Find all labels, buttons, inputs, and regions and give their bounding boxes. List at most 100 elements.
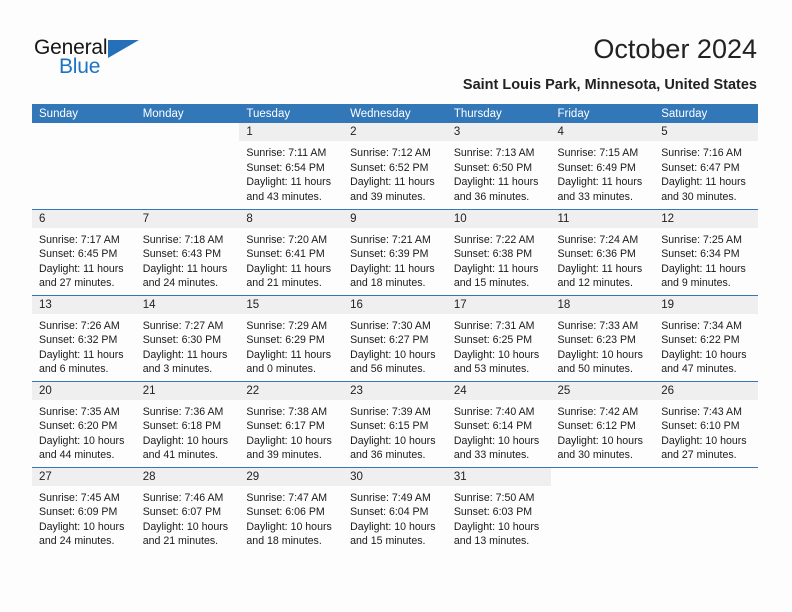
sunrise-text: Sunrise: 7:13 AM bbox=[453, 147, 535, 159]
day-sun-info: Sunrise: 7:12 AM Sunset: 6:52 PM Daylight:… bbox=[343, 141, 447, 204]
day-number: 27 bbox=[32, 467, 136, 486]
day-cell-inner: 23 Sunrise: 7:39 AM Sunset: 6:15 PM Dayligh… bbox=[343, 381, 447, 467]
weekday-header-sunday: Sunday bbox=[32, 104, 136, 123]
day-cell[interactable]: 7 Sunrise: 7:18 AM Sunset: 6:43 PM Daylight… bbox=[135, 208, 240, 295]
day-cell-inner: 31 Sunrise: 7:50 AM Sunset: 6:03 PM Dayligh… bbox=[446, 467, 551, 554]
day-cell[interactable]: 25 Sunrise: 7:42 AM Sunset: 6:12 PM Dayligh… bbox=[550, 380, 655, 467]
day-number: 24 bbox=[446, 381, 551, 400]
day-cell[interactable]: 8 Sunrise: 7:20 AM Sunset: 6:41 PM Daylight… bbox=[239, 208, 344, 295]
sunrise-text: Sunrise: 7:38 AM bbox=[246, 405, 328, 418]
daylight-text: Daylight: 11 hours and 18 minutes. bbox=[350, 262, 435, 290]
day-cell[interactable]: 3 Sunrise: 7:13 AM Sunset: 6:50 PM Daylight… bbox=[446, 123, 551, 209]
day-cell[interactable]: 26 Sunrise: 7:43 AM Sunset: 6:10 PM Dayligh… bbox=[654, 380, 758, 467]
day-cell[interactable]: 17 Sunrise: 7:31 AM Sunset: 6:25 PM Dayligh… bbox=[446, 294, 551, 381]
day-cell[interactable]: 13 Sunrise: 7:26 AM Sunset: 6:32 PM Dayligh… bbox=[32, 294, 136, 381]
day-cell[interactable]: 15 Sunrise: 7:29 AM Sunset: 6:29 PM Dayligh… bbox=[239, 294, 344, 381]
day-sun-info: Sunrise: 7:39 AM Sunset: 6:15 PM Daylight:… bbox=[343, 400, 447, 463]
page-title: October 2024 bbox=[593, 34, 757, 64]
sunset-text: Sunset: 6:22 PM bbox=[661, 334, 740, 347]
day-cell-empty bbox=[135, 123, 240, 209]
day-cell[interactable]: 5 Sunrise: 7:16 AM Sunset: 6:47 PM Daylight… bbox=[654, 123, 758, 209]
day-number: 15 bbox=[239, 295, 344, 314]
day-cell[interactable]: 27 Sunrise: 7:45 AM Sunset: 6:09 PM Dayligh… bbox=[32, 466, 136, 554]
day-cell[interactable]: 10 Sunrise: 7:22 AM Sunset: 6:38 PM Dayligh… bbox=[446, 208, 551, 295]
sunrise-text: Sunrise: 7:39 AM bbox=[350, 405, 431, 418]
day-cell-inner: 1 Sunrise: 7:11 AM Sunset: 6:54 PM Daylight… bbox=[239, 123, 344, 209]
day-cell[interactable]: 24 Sunrise: 7:40 AM Sunset: 6:14 PM Dayligh… bbox=[446, 380, 551, 467]
day-cell-inner: 27 Sunrise: 7:45 AM Sunset: 6:09 PM Dayligh… bbox=[32, 467, 136, 554]
day-cell[interactable]: 9 Sunrise: 7:21 AM Sunset: 6:39 PM Daylight… bbox=[343, 208, 447, 295]
day-sun-info: Sunrise: 7:27 AM Sunset: 6:30 PM Daylight:… bbox=[136, 314, 240, 377]
day-cell-inner: 15 Sunrise: 7:29 AM Sunset: 6:29 PM Dayligh… bbox=[239, 295, 344, 381]
sunset-text: Sunset: 6:49 PM bbox=[557, 161, 636, 174]
sunset-text: Sunset: 6:30 PM bbox=[142, 334, 222, 347]
sunrise-text: Sunrise: 7:16 AM bbox=[661, 147, 742, 159]
sunrise-text: Sunrise: 7:26 AM bbox=[39, 319, 120, 332]
daylight-text: Daylight: 10 hours and 53 minutes. bbox=[453, 348, 540, 376]
week-row: 1 Sunrise: 7:11 AM Sunset: 6:54 PM Daylight… bbox=[32, 123, 758, 209]
sunrise-text: Sunrise: 7:47 AM bbox=[246, 491, 328, 504]
daylight-text: Daylight: 10 hours and 27 minutes. bbox=[661, 434, 747, 462]
weekday-header-saturday: Saturday bbox=[654, 104, 758, 123]
day-sun-info: Sunrise: 7:26 AM Sunset: 6:32 PM Daylight:… bbox=[32, 314, 136, 377]
daylight-text: Daylight: 10 hours and 13 minutes. bbox=[453, 520, 540, 548]
day-cell-empty bbox=[550, 466, 655, 553]
day-cell-inner: 16 Sunrise: 7:30 AM Sunset: 6:27 PM Dayligh… bbox=[343, 295, 447, 381]
sunrise-text: Sunrise: 7:30 AM bbox=[350, 319, 431, 332]
day-number bbox=[32, 123, 136, 141]
day-cell[interactable]: 30 Sunrise: 7:49 AM Sunset: 6:04 PM Dayligh… bbox=[343, 466, 447, 553]
sunset-text: Sunset: 6:09 PM bbox=[39, 506, 118, 519]
daylight-text: Daylight: 10 hours and 39 minutes. bbox=[246, 434, 332, 462]
week-row: 6 Sunrise: 7:17 AM Sunset: 6:45 PM Daylight… bbox=[32, 208, 758, 295]
sunset-text: Sunset: 6:38 PM bbox=[453, 248, 533, 261]
sunrise-sunset-calendar: Sunday Monday Tuesday Wednesday Thursday Frid… bbox=[32, 104, 758, 553]
day-cell[interactable]: 14 Sunrise: 7:27 AM Sunset: 6:30 PM Dayligh… bbox=[135, 294, 240, 381]
day-number bbox=[551, 468, 655, 486]
day-cell-inner: 17 Sunrise: 7:31 AM Sunset: 6:25 PM Dayligh… bbox=[446, 295, 551, 381]
day-sun-info: Sunrise: 7:24 AM Sunset: 6:36 PM Daylight:… bbox=[551, 228, 655, 291]
day-cell-inner: 21 Sunrise: 7:36 AM Sunset: 6:18 PM Dayligh… bbox=[135, 381, 240, 467]
day-cell-inner bbox=[32, 123, 136, 209]
daylight-text: Daylight: 10 hours and 30 minutes. bbox=[557, 434, 643, 462]
day-cell[interactable]: 2 Sunrise: 7:12 AM Sunset: 6:52 PM Daylight… bbox=[343, 123, 447, 209]
day-cell[interactable]: 22 Sunrise: 7:38 AM Sunset: 6:17 PM Dayligh… bbox=[239, 380, 344, 467]
daylight-text: Daylight: 11 hours and 12 minutes. bbox=[557, 262, 643, 290]
day-cell[interactable]: 21 Sunrise: 7:36 AM Sunset: 6:18 PM Dayligh… bbox=[135, 380, 240, 467]
daylight-text: Daylight: 11 hours and 0 minutes. bbox=[246, 348, 332, 376]
day-cell[interactable]: 16 Sunrise: 7:30 AM Sunset: 6:27 PM Dayligh… bbox=[343, 294, 447, 381]
day-cell[interactable]: 31 Sunrise: 7:50 AM Sunset: 6:03 PM Dayligh… bbox=[446, 466, 551, 554]
day-cell[interactable]: 18 Sunrise: 7:33 AM Sunset: 6:23 PM Dayligh… bbox=[550, 294, 655, 381]
day-number: 13 bbox=[32, 295, 136, 314]
day-cell[interactable]: 29 Sunrise: 7:47 AM Sunset: 6:06 PM Dayligh… bbox=[239, 466, 344, 553]
day-cell-empty bbox=[32, 123, 136, 209]
day-cell[interactable]: 19 Sunrise: 7:34 AM Sunset: 6:22 PM Dayligh… bbox=[654, 294, 758, 381]
sunrise-text: Sunrise: 7:20 AM bbox=[246, 233, 328, 246]
day-cell-inner: 26 Sunrise: 7:43 AM Sunset: 6:10 PM Dayligh… bbox=[654, 381, 758, 467]
weekday-header-thursday: Thursday bbox=[446, 104, 551, 123]
day-cell[interactable]: 11 Sunrise: 7:24 AM Sunset: 6:36 PM Dayligh… bbox=[550, 208, 655, 295]
day-cell[interactable]: 28 Sunrise: 7:46 AM Sunset: 6:07 PM Dayligh… bbox=[135, 466, 240, 553]
sunrise-text: Sunrise: 7:33 AM bbox=[557, 319, 639, 332]
day-cell-inner: 13 Sunrise: 7:26 AM Sunset: 6:32 PM Dayligh… bbox=[32, 295, 136, 381]
day-number: 26 bbox=[654, 381, 758, 400]
sunrise-text: Sunrise: 7:25 AM bbox=[661, 233, 742, 246]
sunrise-text: Sunrise: 7:35 AM bbox=[39, 405, 120, 418]
week-row: 27 Sunrise: 7:45 AM Sunset: 6:09 PM Dayligh… bbox=[32, 466, 758, 554]
daylight-text: Daylight: 10 hours and 44 minutes. bbox=[39, 434, 125, 462]
sunset-text: Sunset: 6:36 PM bbox=[557, 248, 636, 261]
sunset-text: Sunset: 6:25 PM bbox=[453, 334, 533, 347]
day-number: 12 bbox=[654, 209, 758, 228]
page-subtitle-location: Saint Louis Park, Minnesota, United Stat… bbox=[462, 77, 757, 93]
sunset-text: Sunset: 6:43 PM bbox=[142, 248, 222, 261]
day-cell[interactable]: 1 Sunrise: 7:11 AM Sunset: 6:54 PM Daylight… bbox=[239, 123, 344, 209]
sunrise-text: Sunrise: 7:27 AM bbox=[142, 319, 224, 332]
day-cell[interactable]: 4 Sunrise: 7:15 AM Sunset: 6:49 PM Daylight… bbox=[550, 123, 655, 209]
day-cell-inner: 8 Sunrise: 7:20 AM Sunset: 6:41 PM Daylight… bbox=[239, 209, 344, 295]
day-cell[interactable]: 12 Sunrise: 7:25 AM Sunset: 6:34 PM Dayligh… bbox=[654, 208, 758, 295]
day-cell[interactable]: 6 Sunrise: 7:17 AM Sunset: 6:45 PM Daylight… bbox=[32, 208, 136, 295]
sunset-text: Sunset: 6:20 PM bbox=[39, 420, 118, 433]
generalblue-logo[interactable]: General Blue bbox=[34, 36, 164, 82]
page-header: General Blue October 2024 Saint Louis Pa… bbox=[0, 0, 792, 104]
day-cell[interactable]: 23 Sunrise: 7:39 AM Sunset: 6:15 PM Dayligh… bbox=[343, 380, 447, 467]
day-cell[interactable]: 20 Sunrise: 7:35 AM Sunset: 6:20 PM Dayligh… bbox=[32, 380, 136, 467]
